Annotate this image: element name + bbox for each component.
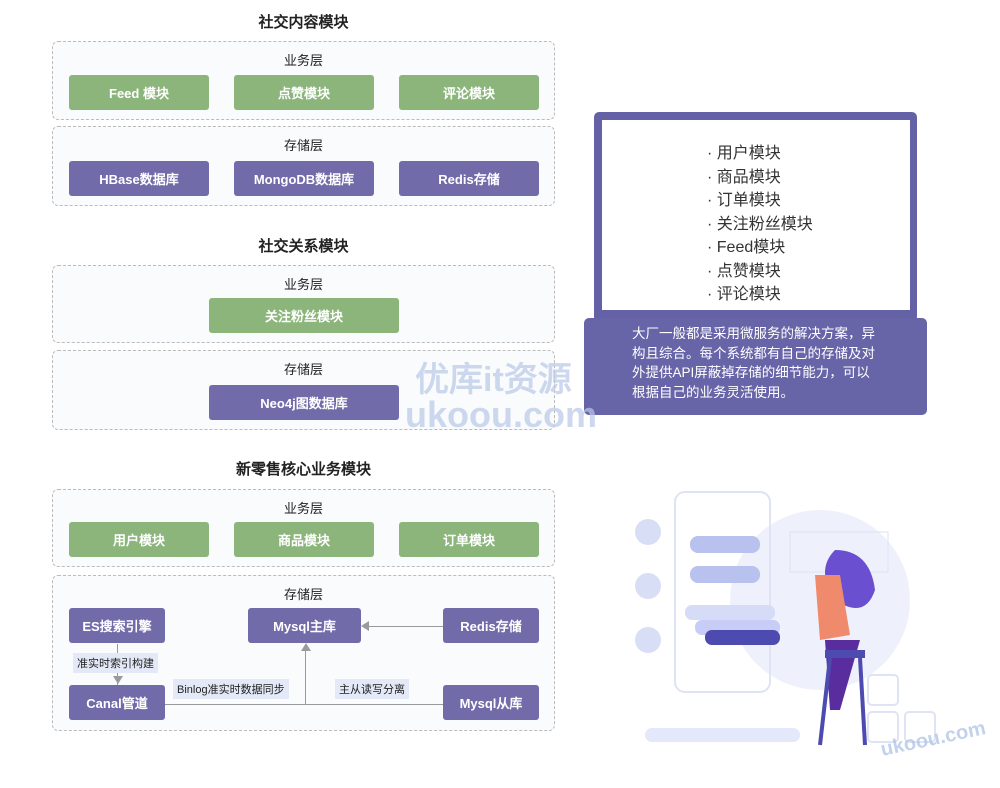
follow-module: 关注粉丝模块 (209, 298, 399, 333)
section-title: 社交内容模块 (258, 14, 349, 31)
redis-storage: Redis存储 (443, 608, 539, 643)
storage-layer: 存储层 ES搜索引擎 Mysql主库 Redis存储 Canal管道 Mysql… (52, 575, 555, 731)
section-title: 新零售核心业务模块 (235, 461, 371, 478)
laptop-description: 大厂一般都是采用微服务的解决方案，异构且综合。每个系统都有自己的存储及对外提供A… (584, 318, 927, 415)
laptop-frame: · 用户模块 · 商品模块 · 订单模块 · 关注粉丝模块 · Feed模块 ·… (594, 112, 917, 322)
product-module: 商品模块 (234, 522, 374, 557)
order-module: 订单模块 (399, 522, 539, 557)
es-search-engine: ES搜索引擎 (69, 608, 165, 643)
edge-label-rw: 主从读写分离 (335, 679, 409, 699)
laptop-screen: · 用户模块 · 商品模块 · 订单模块 · 关注粉丝模块 · Feed模块 ·… (602, 120, 910, 310)
list-item: · 评论模块 (707, 286, 781, 303)
comment-module: 评论模块 (399, 75, 539, 110)
section-title: 社交关系模块 (258, 238, 349, 255)
layer-label: 业务层 (283, 53, 323, 68)
redis-master-line (369, 626, 443, 627)
list-item: · 商品模块 (707, 168, 781, 186)
layer-label: 业务层 (283, 277, 323, 292)
business-layer: 业务层 Feed 模块 点赞模块 评论模块 (52, 41, 555, 120)
watermark-line2: ukoou.com (405, 394, 598, 435)
mysql-slave: Mysql从库 (443, 685, 539, 720)
business-layer: 业务层 关注粉丝模块 (52, 265, 555, 343)
hbase-db: HBase数据库 (69, 161, 209, 196)
storage-layer: 存储层 HBase数据库 MongoDB数据库 Redis存储 (52, 126, 555, 206)
arrow-up-icon (301, 643, 311, 651)
list-item: · 点赞模块 (707, 262, 781, 280)
like-module: 点赞模块 (234, 75, 374, 110)
neo4j-db: Neo4j图数据库 (209, 385, 399, 420)
mysql-master: Mysql主库 (248, 608, 361, 643)
list-item: · 订单模块 (707, 192, 781, 209)
list-item: · Feed模块 (707, 239, 786, 256)
sync-line (165, 704, 443, 705)
layer-label: 存储层 (283, 587, 323, 602)
arrow-left-icon (361, 621, 369, 631)
feed-module: Feed 模块 (69, 75, 209, 110)
arrow-down-icon (113, 676, 123, 684)
list-item: · 用户模块 (707, 145, 781, 162)
list-item: · 关注粉丝模块 (707, 215, 813, 233)
edge-label-binlog: Binlog准实时数据同步 (173, 679, 289, 699)
to-master-line (305, 650, 306, 704)
canal-pipeline: Canal管道 (69, 685, 165, 720)
user-module: 用户模块 (69, 522, 209, 557)
edge-label-index: 准实时索引构建 (73, 653, 158, 673)
mongodb-db: MongoDB数据库 (234, 161, 374, 196)
redis-storage: Redis存储 (399, 161, 539, 196)
layer-label: 存储层 (283, 138, 323, 153)
layer-label: 业务层 (283, 501, 323, 516)
business-layer: 业务层 用户模块 商品模块 订单模块 (52, 489, 555, 567)
module-list: · 用户模块 · 商品模块 · 订单模块 · 关注粉丝模块 · Feed模块 ·… (707, 142, 813, 307)
